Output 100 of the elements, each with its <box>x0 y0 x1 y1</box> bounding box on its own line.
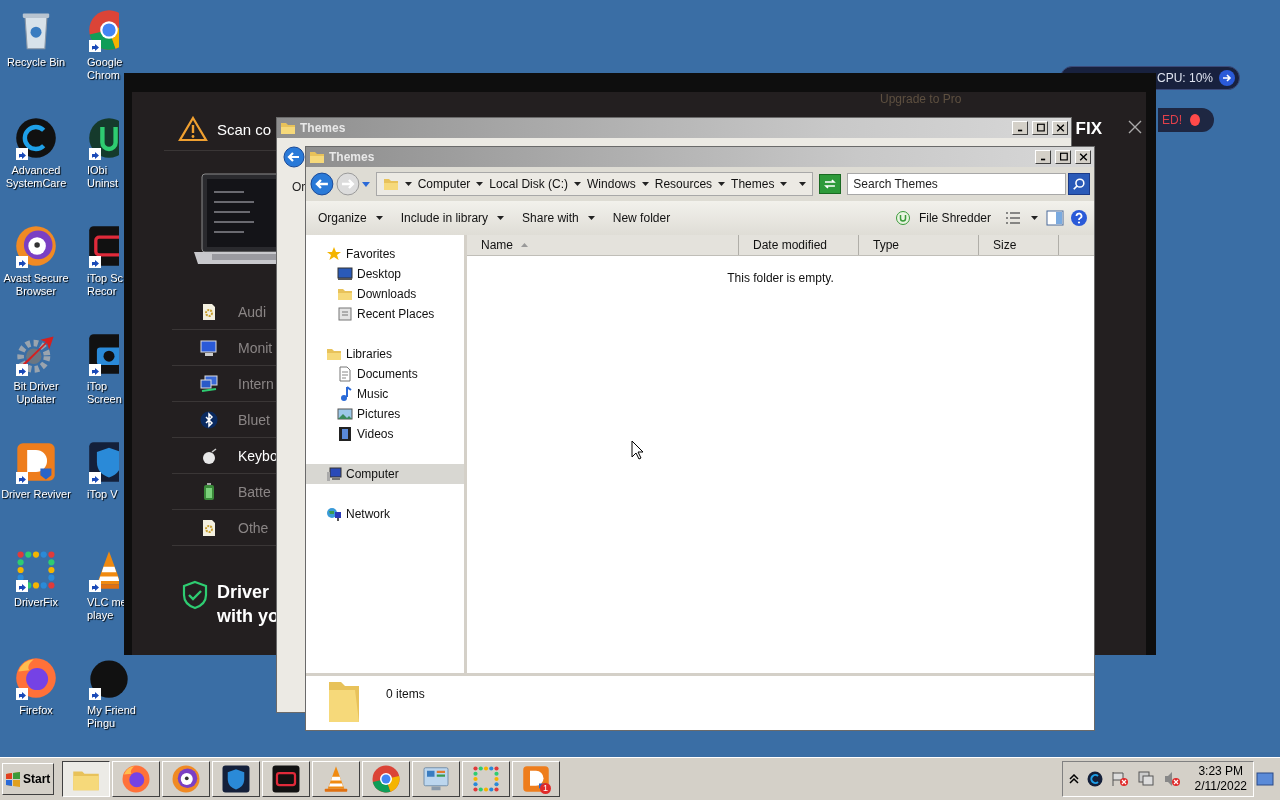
back-button[interactable] <box>310 172 334 196</box>
browser-icon <box>121 764 151 794</box>
refresh-button[interactable] <box>819 174 842 194</box>
muted-speaker-icon[interactable] <box>1162 771 1181 787</box>
desktop-icon-label: Google Chrom <box>87 56 123 82</box>
breadcrumb-item[interactable]: Computer <box>417 177 471 191</box>
device-category[interactable]: Batte <box>238 483 271 500</box>
toolbar-button[interactable]: Or <box>292 180 306 194</box>
document-gear-icon <box>200 302 218 321</box>
picture-icon <box>337 406 353 422</box>
desktop-icon-label: Driver Reviver <box>1 488 71 501</box>
recorder-icon <box>271 764 301 794</box>
shield-icon[interactable] <box>87 440 119 484</box>
start-button[interactable]: Start <box>2 763 54 795</box>
recorder-icon[interactable] <box>87 224 119 268</box>
caret-icon <box>780 182 788 186</box>
maximize-icon <box>1034 123 1046 133</box>
window-icon <box>337 306 353 322</box>
breadcrumb-item[interactable]: Windows <box>587 177 636 191</box>
camera-icon[interactable] <box>87 332 119 376</box>
empty-message: This folder is empty. <box>726 271 835 285</box>
toolbar-button[interactable]: Organize <box>312 208 389 228</box>
nav-item[interactable]: Favorites <box>306 244 464 264</box>
caret-icon <box>404 182 412 186</box>
minimize-button[interactable] <box>1012 121 1028 135</box>
device-category[interactable]: Monit <box>238 339 273 356</box>
desktop-icon-label: DriverFix <box>14 596 58 609</box>
close-button[interactable] <box>1052 121 1068 135</box>
alert-widget[interactable]: ED! <box>1158 108 1214 132</box>
browser-icon <box>171 764 201 794</box>
column-header[interactable]: Date modified <box>739 235 859 255</box>
browser-icon[interactable] <box>14 656 58 700</box>
minimize-button[interactable] <box>1035 150 1051 164</box>
desktop-icon-label: iTop Screen <box>87 380 122 406</box>
maximize-button[interactable] <box>1055 150 1071 164</box>
nav-item[interactable]: Music <box>306 384 464 404</box>
close-button[interactable] <box>1075 150 1091 164</box>
nav-item[interactable]: Downloads <box>306 284 464 304</box>
warning-icon <box>178 116 208 142</box>
search-button[interactable] <box>1068 173 1090 195</box>
column-header[interactable]: Size <box>979 235 1059 255</box>
cursor-icon <box>631 440 644 460</box>
globe-icon <box>326 506 342 522</box>
device-category[interactable]: Keybo <box>238 447 278 464</box>
ring-icon[interactable] <box>1086 771 1103 787</box>
app-icon[interactable] <box>14 440 58 484</box>
nav-item[interactable]: Libraries <box>306 344 464 364</box>
network-icon <box>200 374 218 393</box>
maximize-button[interactable] <box>1032 121 1048 135</box>
shield-icon <box>221 764 251 794</box>
flag-icon[interactable] <box>1110 771 1129 787</box>
circle-icon <box>895 211 910 225</box>
caret-icon[interactable] <box>361 181 370 187</box>
scan-title: Scan co <box>217 120 272 138</box>
chevron-icon[interactable] <box>1068 774 1079 784</box>
browser-icon[interactable] <box>14 224 58 268</box>
folder-icon <box>309 149 325 165</box>
back-button[interactable] <box>283 146 305 168</box>
desktop-icon-label: My Friend Pingu <box>87 704 136 730</box>
column-header[interactable]: Name <box>467 235 739 255</box>
taskbar-button[interactable] <box>62 761 110 797</box>
document-gear-icon <box>200 518 218 537</box>
network-icon[interactable] <box>1136 771 1155 787</box>
logo-text: FIX <box>1075 119 1102 139</box>
toolbar-button[interactable]: Share with <box>516 208 601 228</box>
breadcrumb-item[interactable]: Local Disk (C:) <box>489 177 569 191</box>
nav-item[interactable]: Recent Places <box>306 304 464 324</box>
address-bar[interactable]: Computer Local Disk (C:) Windows Resources Themes <box>375 172 814 196</box>
alert-text: ED! <box>1162 113 1182 127</box>
nav-item[interactable]: Computer <box>306 464 464 484</box>
ring-icon[interactable] <box>14 116 58 160</box>
caret-icon <box>718 182 726 186</box>
window-title: Themes <box>329 150 376 164</box>
toolbar-button[interactable]: Include in library <box>394 208 511 228</box>
column-header[interactable]: Type <box>859 235 979 255</box>
nav-item[interactable]: Pictures <box>306 404 464 424</box>
device-category[interactable]: Othe <box>238 519 269 536</box>
device-category[interactable]: Audi <box>238 303 267 320</box>
shredder-button[interactable]: File Shredder <box>889 208 997 228</box>
nav-item[interactable]: Network <box>306 504 464 524</box>
search-field[interactable]: Search Themes <box>847 173 1067 195</box>
device-category[interactable]: Intern <box>238 375 274 392</box>
nav-item[interactable]: Desktop <box>306 264 464 284</box>
nav-item[interactable]: Documents <box>306 364 464 384</box>
item-count: 0 items <box>386 687 425 701</box>
windows-flag-icon <box>5 771 21 787</box>
taskbar-button[interactable]: 1 <box>512 761 560 797</box>
document-icon <box>337 366 353 382</box>
close-icon <box>1054 123 1066 133</box>
help-icon[interactable] <box>1070 209 1088 227</box>
close-icon[interactable] <box>1128 120 1142 134</box>
nav-item[interactable]: Videos <box>306 424 464 444</box>
breadcrumb-item[interactable]: Themes <box>731 177 775 191</box>
breadcrumb-item[interactable]: Resources <box>654 177 713 191</box>
desktop-icon-label: Firefox <box>19 704 53 717</box>
toolbar-button[interactable]: New folder <box>606 208 677 228</box>
browser-icon[interactable] <box>87 8 119 52</box>
view-button[interactable] <box>1003 209 1040 227</box>
device-category[interactable]: Bluet <box>238 411 270 428</box>
bluetooth-icon <box>200 410 218 429</box>
